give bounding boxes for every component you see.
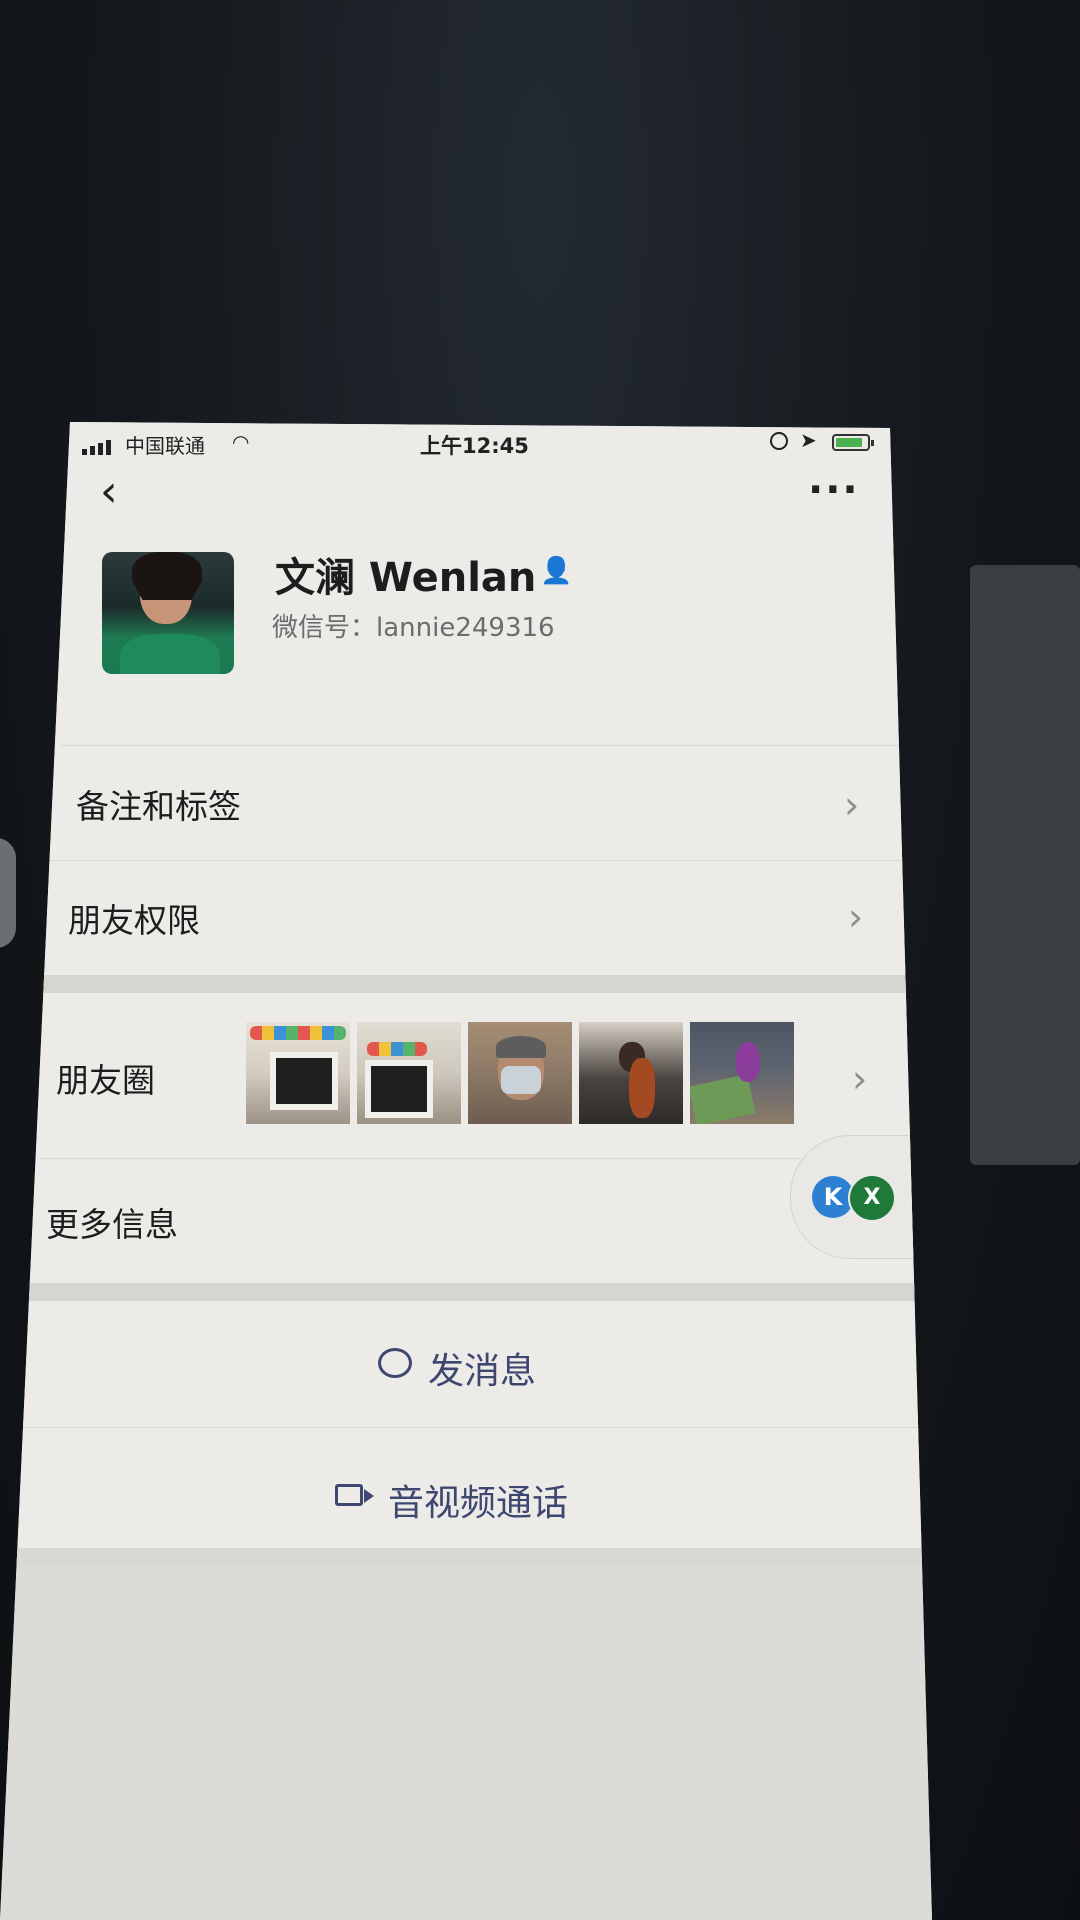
location-icon: ➤	[800, 428, 817, 452]
chat-bubble-icon	[378, 1348, 412, 1378]
row-separator	[50, 860, 910, 861]
row-label: 备注和标签	[76, 787, 241, 826]
moments-photo	[690, 1022, 794, 1124]
row-label: 朋友权限	[68, 901, 200, 940]
section-divider	[0, 1548, 932, 1566]
video-call-label: 音视频通话	[388, 1483, 569, 1524]
row-label: 更多信息	[46, 1205, 178, 1244]
row-separator	[20, 1427, 920, 1428]
moments-photo	[246, 1022, 350, 1124]
send-message-label: 发消息	[428, 1351, 537, 1392]
video-camera-icon	[335, 1484, 363, 1506]
background-card	[970, 565, 1080, 1165]
wechat-id: 微信号：lannie249316	[272, 613, 555, 643]
row-label: 朋友圈	[56, 1061, 155, 1100]
moments-photo	[357, 1022, 461, 1124]
chevron-right-icon: ›	[852, 1057, 868, 1101]
signal-icon	[82, 436, 114, 455]
ellipsis-icon[interactable]: ···	[808, 470, 860, 510]
wifi-icon: ◠	[232, 430, 250, 454]
empty-area	[0, 1556, 932, 1920]
chevron-left-icon[interactable]: ‹	[100, 470, 118, 514]
background-object	[0, 838, 16, 948]
row-separator	[60, 745, 900, 746]
carrier-label: 中国联通	[125, 434, 205, 458]
clock: 上午12:45	[420, 434, 529, 458]
rotation-lock-icon	[770, 432, 788, 450]
chevron-right-icon: ›	[848, 895, 864, 939]
moments-photo	[579, 1022, 683, 1124]
battery-icon	[832, 434, 874, 451]
floating-app-icon[interactable]: X	[848, 1174, 896, 1222]
avatar[interactable]	[102, 552, 234, 674]
contact-name: 文澜 Wenlan	[275, 555, 537, 601]
user-icon: 👤	[540, 556, 573, 586]
status-bar: 中国联通 ◠ 上午12:45 ➤	[80, 428, 880, 468]
chevron-right-icon: ›	[844, 783, 860, 827]
moments-photo	[468, 1022, 572, 1124]
row-separator	[40, 1158, 800, 1159]
